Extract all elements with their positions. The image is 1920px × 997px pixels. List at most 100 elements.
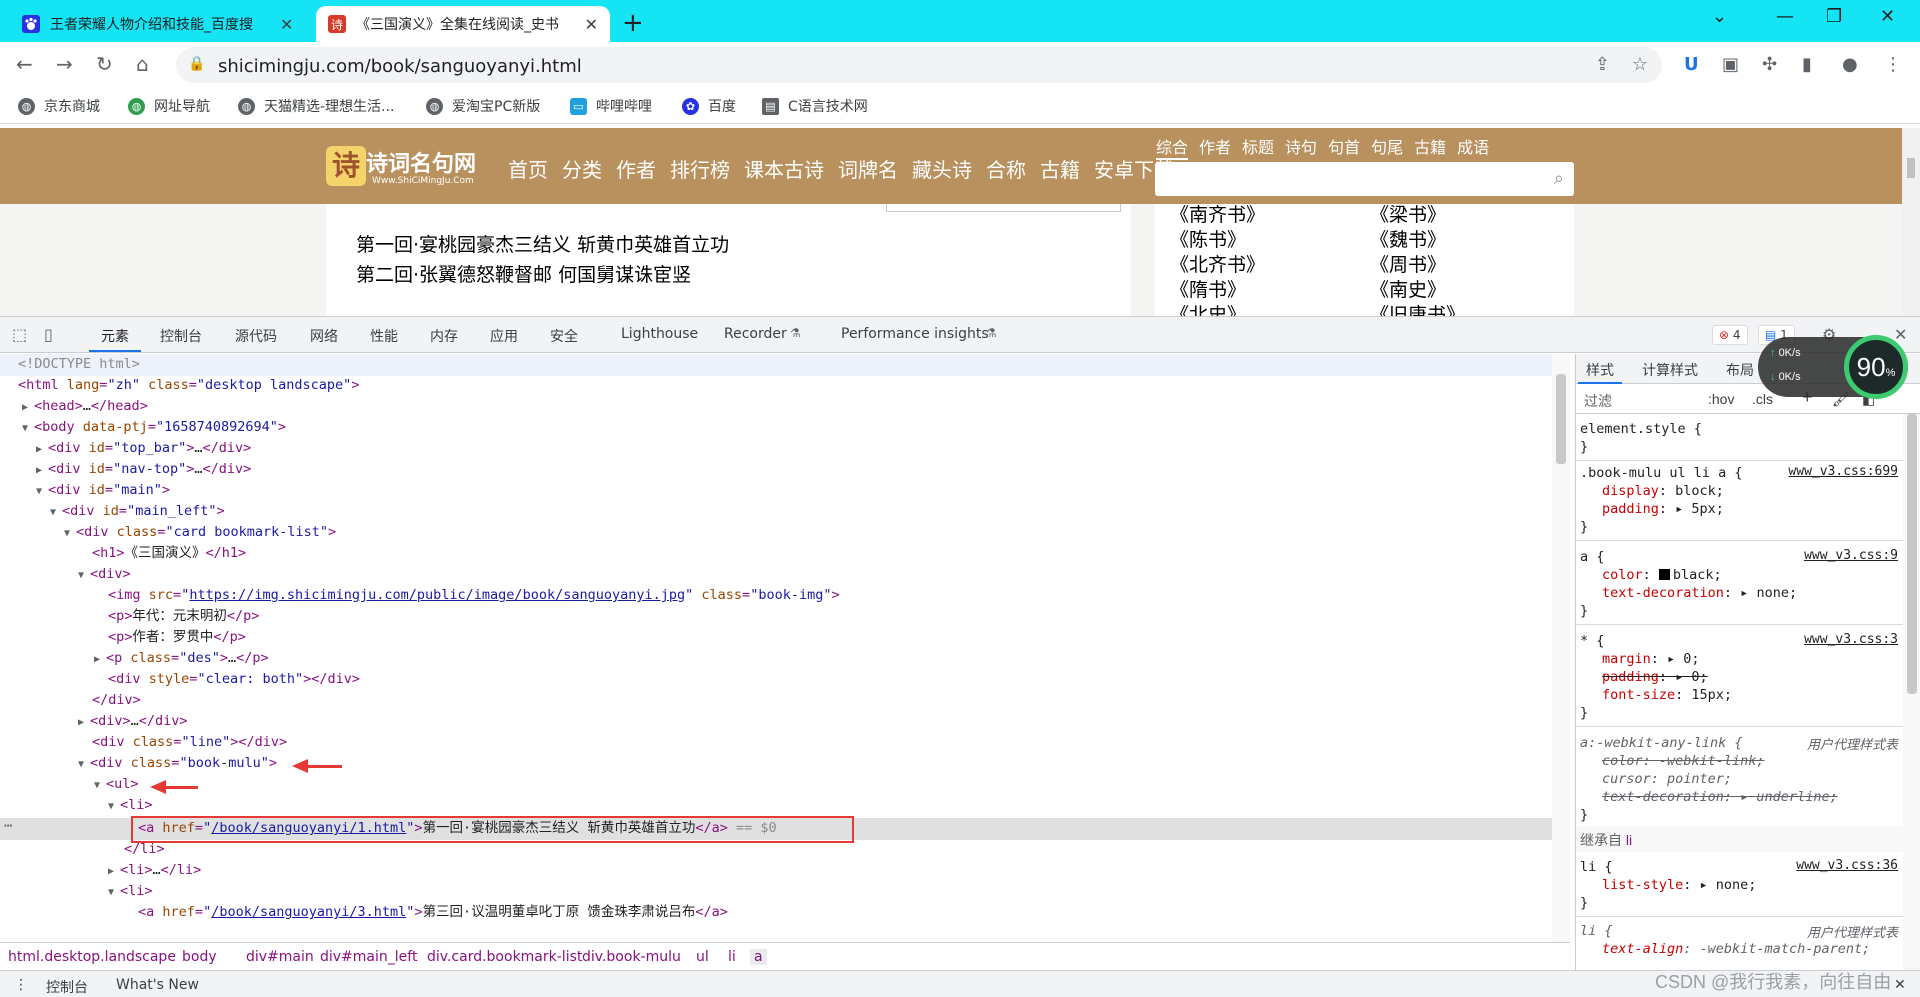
- tab-search-icon[interactable]: ⌄: [1712, 6, 1727, 27]
- bookmark-item[interactable]: ◍ 爱淘宝PC新版: [426, 96, 540, 116]
- expand-triangle-icon[interactable]: ▶: [36, 460, 48, 481]
- collapse-triangle-icon[interactable]: ▼: [94, 775, 106, 796]
- more-dots-icon[interactable]: ⋯: [4, 818, 12, 834]
- bookmark-item[interactable]: ◍ 京东商城: [18, 96, 100, 116]
- search-tab[interactable]: 作者: [1199, 134, 1231, 160]
- css-prop-text-decoration[interactable]: text-decoration: ▸ none;: [1602, 584, 1797, 602]
- collapse-triangle-icon[interactable]: ▼: [50, 502, 62, 523]
- tab-layout[interactable]: 布局: [1726, 360, 1754, 380]
- close-drawer-icon[interactable]: ✕: [1894, 977, 1906, 993]
- tab-lighthouse[interactable]: Lighthouse: [621, 326, 698, 342]
- dom-node-p-author[interactable]: <p>作者：罗贯中</p>: [108, 627, 246, 648]
- rule-li[interactable]: li {: [1580, 858, 1613, 876]
- bookmark-item[interactable]: ◍ 网址导航: [128, 96, 210, 116]
- forward-icon[interactable]: →: [56, 52, 73, 76]
- tab-sanguo[interactable]: 诗 《三国演义》全集在线阅读_史书 ✕: [316, 6, 610, 42]
- tab-network[interactable]: 网络: [310, 326, 338, 346]
- nav-item[interactable]: 藏头诗: [912, 154, 972, 183]
- dom-node-card[interactable]: ▼ <div class="card bookmark-list">: [64, 522, 336, 543]
- color-swatch[interactable]: [1658, 569, 1670, 580]
- dom-node-p-des[interactable]: ▶ <p class="des">…</p>: [94, 648, 269, 669]
- nav-item[interactable]: 作者: [616, 154, 656, 183]
- css-prop-font-size[interactable]: font-size: 15px;: [1602, 686, 1732, 704]
- search-tab[interactable]: 句首: [1328, 134, 1360, 160]
- address-bar[interactable]: 🔒 shicimingju.com/book/sanguoyanyi.html …: [176, 47, 1662, 83]
- drawer-tab-whats-new[interactable]: What's New: [116, 977, 199, 993]
- device-toggle-icon[interactable]: ▯: [44, 325, 53, 344]
- scrollbar-thumb[interactable]: [1556, 374, 1566, 464]
- drawer-menu-icon[interactable]: ⋮: [14, 977, 28, 993]
- dom-node-li-collapsed[interactable]: ▶ <li>…</li>: [108, 860, 201, 881]
- tab-application[interactable]: 应用: [490, 326, 518, 346]
- dom-node-div-close[interactable]: </div>: [92, 690, 141, 711]
- book-link[interactable]: 《北齐书》: [1170, 250, 1265, 277]
- puzzle-icon[interactable]: ✣: [1762, 54, 1777, 75]
- side-panel-icon[interactable]: ▮: [1802, 54, 1812, 75]
- nav-item[interactable]: 古籍: [1040, 154, 1080, 183]
- tab-sources[interactable]: 源代码: [235, 326, 277, 346]
- css-prop-ua-color[interactable]: color: -webkit-link;: [1602, 752, 1765, 770]
- search-tab[interactable]: 诗句: [1285, 134, 1317, 160]
- dom-node-nav-top[interactable]: ▶ <div id="nav-top">…</div>: [36, 459, 251, 480]
- search-tab[interactable]: 综合: [1156, 134, 1189, 160]
- collapse-triangle-icon[interactable]: ▼: [22, 418, 34, 439]
- site-logo[interactable]: 诗 诗词名句网 Www.ShiCiMingJu.Com: [326, 142, 492, 190]
- collapse-triangle-icon[interactable]: ▼: [78, 754, 90, 775]
- bookmark-item[interactable]: ▤ C语言技术网: [762, 96, 868, 116]
- css-prop-ua-cursor[interactable]: cursor: pointer;: [1602, 770, 1732, 788]
- dom-node-li[interactable]: ▼ <li>: [108, 795, 153, 816]
- dom-node-main[interactable]: ▼ <div id="main">: [36, 480, 170, 501]
- rule-element-style[interactable]: element.style {: [1580, 420, 1702, 438]
- extension-game-icon[interactable]: ▣: [1722, 54, 1739, 75]
- tab-computed[interactable]: 计算样式: [1642, 360, 1698, 380]
- dom-node-head[interactable]: ▶ <head>…</head>: [22, 396, 148, 417]
- css-prop-display[interactable]: display: block;: [1602, 482, 1724, 500]
- dom-node-html[interactable]: <html lang="zh" class="desktop landscape…: [18, 375, 359, 396]
- filter-input[interactable]: 过滤: [1584, 391, 1612, 411]
- breadcrumb-item[interactable]: li: [728, 949, 736, 965]
- breadcrumb-item[interactable]: ul: [696, 949, 709, 965]
- dom-node-line[interactable]: <div class="line"></div>: [92, 732, 287, 753]
- breadcrumb-item-current[interactable]: a: [750, 949, 767, 965]
- restore-icon[interactable]: ❐: [1826, 6, 1842, 27]
- rule-source-link[interactable]: www_v3.css:699: [1788, 464, 1898, 479]
- menu-icon[interactable]: ⋮: [1884, 54, 1902, 75]
- book-link[interactable]: 《梁书》: [1370, 200, 1446, 227]
- dom-node-ul[interactable]: ▼ <ul>: [94, 774, 139, 795]
- book-link[interactable]: 《南史》: [1370, 275, 1446, 302]
- dom-node-body[interactable]: ▼ <body data-ptj="1658740892694">: [22, 417, 286, 438]
- home-icon[interactable]: ⌂: [136, 52, 149, 76]
- page-scrollbar[interactable]: [1902, 128, 1920, 316]
- css-prop-padding[interactable]: padding: ▸ 5px;: [1602, 500, 1724, 518]
- breadcrumb-item[interactable]: body: [182, 949, 217, 965]
- tab-styles[interactable]: 样式: [1578, 360, 1622, 384]
- url-text[interactable]: shicimingju.com/book/sanguoyanyi.html: [218, 56, 582, 77]
- dom-node-top-bar[interactable]: ▶ <div id="top_bar">…</div>: [36, 438, 251, 459]
- dom-node-a-3[interactable]: <a href="/book/sanguoyanyi/3.html">第三回·议…: [138, 902, 728, 923]
- nav-item[interactable]: 词牌名: [838, 154, 898, 183]
- breadcrumb-item[interactable]: div.card.bookmark-list: [427, 949, 582, 965]
- elements-scrollbar[interactable]: [1552, 354, 1570, 942]
- dom-node-li-3[interactable]: ▼ <li>: [108, 881, 153, 902]
- rule-universal[interactable]: * {: [1580, 632, 1604, 650]
- nav-item[interactable]: 分类: [562, 154, 602, 183]
- css-prop-list-style[interactable]: list-style: ▸ none;: [1602, 876, 1756, 894]
- nav-item[interactable]: 首页: [508, 154, 548, 183]
- book-link[interactable]: 《魏书》: [1370, 225, 1446, 252]
- tab-baidu[interactable]: 王者荣耀人物介绍和技能_百度搜 ✕: [10, 6, 310, 42]
- breadcrumb-item[interactable]: div.book-mulu: [582, 949, 681, 965]
- cls-button[interactable]: .cls: [1752, 391, 1773, 407]
- search-icon[interactable]: ⌕: [1554, 168, 1564, 189]
- rule-book-mulu[interactable]: .book-mulu ul li a {: [1580, 464, 1743, 482]
- breadcrumb-item[interactable]: div#main: [246, 949, 314, 965]
- search-tab[interactable]: 古籍: [1414, 134, 1446, 160]
- book-link[interactable]: 《周书》: [1370, 250, 1446, 277]
- rule-source-link[interactable]: www_v3.css:9: [1804, 548, 1898, 563]
- collapse-triangle-icon[interactable]: ▼: [108, 796, 120, 817]
- css-prop-padding-overridden[interactable]: padding: ▸ 0;: [1602, 668, 1708, 686]
- nav-item[interactable]: 排行榜: [670, 154, 730, 183]
- scrollbar-thumb[interactable]: [1907, 158, 1915, 178]
- dom-node-clear[interactable]: <div style="clear: both"></div>: [108, 669, 360, 690]
- site-search-input[interactable]: ⌕: [1155, 162, 1574, 196]
- expand-triangle-icon[interactable]: ▶: [36, 439, 48, 460]
